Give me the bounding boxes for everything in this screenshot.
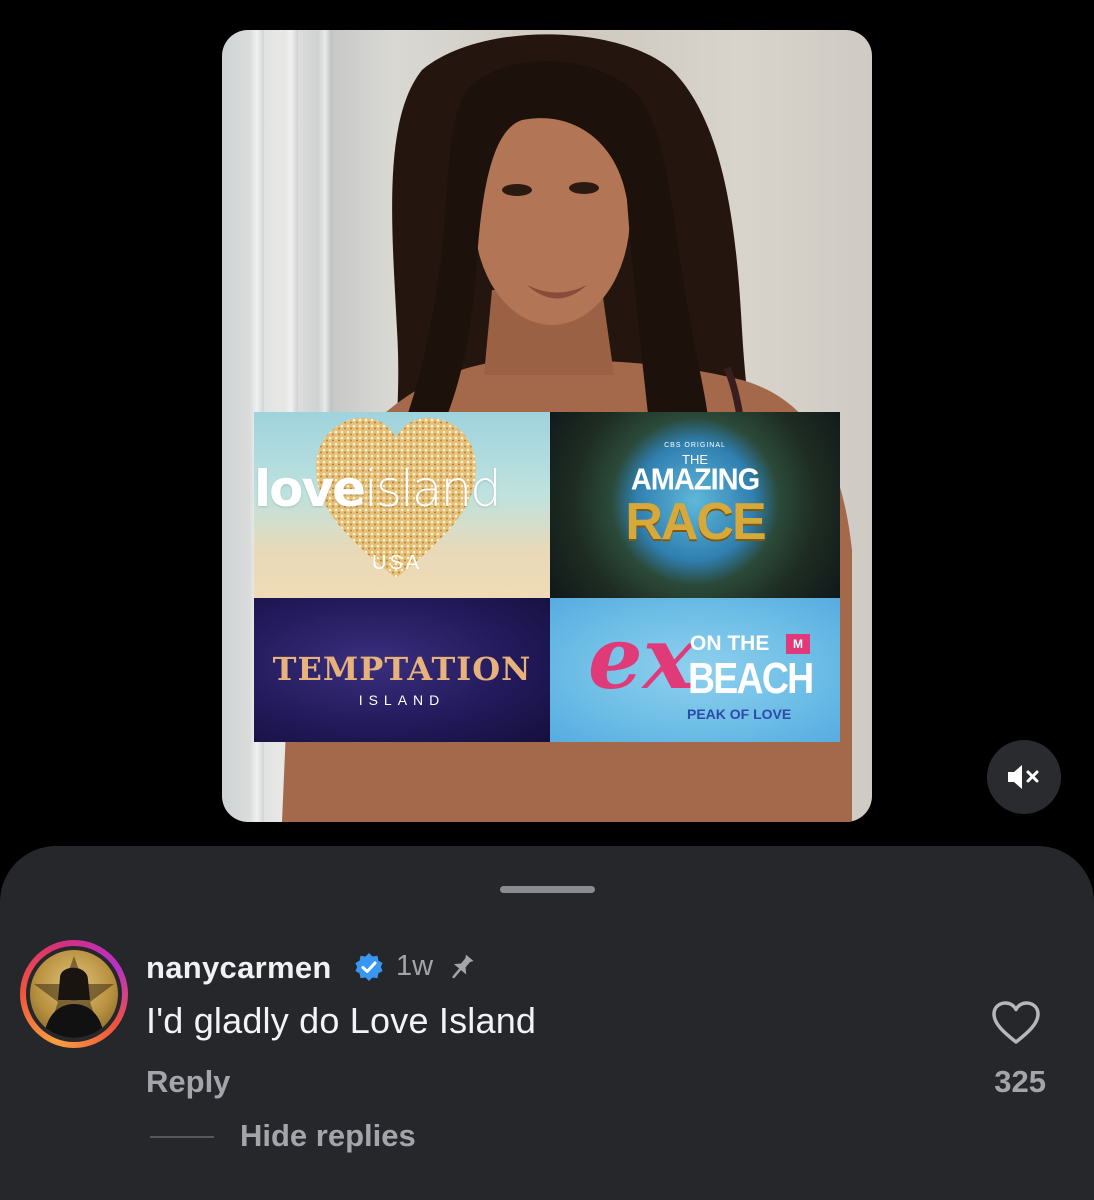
love-island-usa: USA	[372, 552, 423, 574]
comments-sheet: nanycarmen 1w I'd gladly do Love Island …	[0, 846, 1094, 1200]
like-count: 325	[994, 1064, 1046, 1099]
race-race: RACE	[625, 493, 766, 551]
comment-time: 1w	[396, 950, 434, 982]
temptation-title: TEMPTATION	[272, 650, 532, 688]
avatar-silhouette	[34, 956, 114, 1038]
network-label: CBS ORIGINAL	[664, 442, 726, 449]
avatar-image	[30, 950, 118, 1038]
speaker-muted-icon	[1008, 765, 1039, 789]
reply-button[interactable]: Reply	[146, 1064, 230, 1100]
ex-logo: ex	[588, 608, 694, 709]
heart-outline-icon[interactable]	[990, 1000, 1042, 1046]
verified-badge-icon	[355, 953, 383, 981]
love-island-tile: loveisland USA	[254, 412, 550, 598]
mtv-logo: M	[786, 634, 810, 654]
pin-icon	[452, 954, 474, 979]
love-island-logo: loveisland	[254, 460, 502, 518]
comment-text: I'd gladly do Love Island	[146, 1000, 537, 1041]
temptation-sub: ISLAND	[358, 692, 446, 708]
ex-beach: BEACH	[688, 654, 814, 703]
ex-on-the-beach-tile: ex ON THE M BEACH PEAK OF LOVE	[550, 598, 840, 742]
ex-peak: PEAK OF LOVE	[687, 706, 792, 722]
temptation-island-tile: TEMPTATION ISLAND	[254, 598, 550, 742]
sheet-grabber[interactable]	[500, 886, 595, 893]
story-ring[interactable]	[20, 940, 128, 1048]
amazing-race-tile: CBS ORIGINAL THE AMAZING RACE	[550, 412, 840, 598]
mute-button[interactable]	[987, 740, 1061, 814]
hide-replies-button[interactable]: Hide replies	[240, 1118, 416, 1154]
avatar[interactable]	[26, 946, 122, 1042]
ex-on-the: ON THE	[690, 632, 770, 655]
comment-username[interactable]: nanycarmen	[146, 950, 332, 986]
replies-divider	[150, 1136, 214, 1138]
